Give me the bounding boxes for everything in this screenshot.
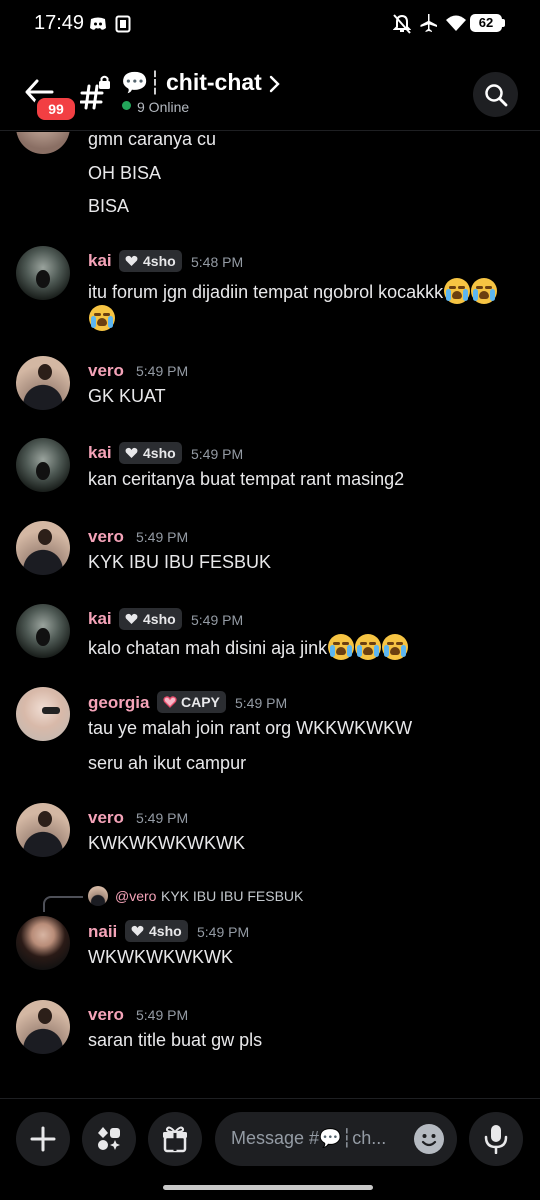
timestamp: 5:48 PM [191, 254, 244, 270]
airplane-icon [420, 14, 437, 32]
role-tag[interactable]: 4sho [119, 608, 182, 630]
emoji-icon [421, 1134, 437, 1147]
username[interactable]: vero [88, 1005, 124, 1025]
username[interactable]: vero [88, 527, 124, 547]
discord-icon [90, 17, 106, 30]
battery-level: 62 [478, 15, 494, 30]
channel-title[interactable]: chit-chat [166, 69, 262, 96]
screenshot-icon [115, 15, 131, 33]
timestamp: 5:49 PM [235, 695, 288, 711]
plus-icon [30, 1126, 56, 1152]
username[interactable]: naii [88, 922, 117, 942]
avatar[interactable] [16, 687, 70, 741]
apps-button[interactable] [82, 1112, 136, 1166]
message-text: kalo chatan mah disini aja jink [88, 634, 409, 660]
chevron-right-icon[interactable] [268, 75, 280, 93]
loudly-crying-emoji [382, 634, 409, 660]
username[interactable]: kai [88, 443, 112, 463]
online-count: 9 Online [137, 99, 190, 115]
avatar[interactable] [16, 246, 70, 300]
loudly-crying-emoji [444, 278, 471, 304]
username[interactable]: kai [88, 251, 112, 271]
loudly-crying-emoji [89, 305, 115, 331]
timestamp: 5:49 PM [191, 446, 244, 462]
status-time: 17:49 [34, 12, 85, 34]
username[interactable]: vero [88, 808, 124, 828]
message-text: gmn caranya cu [88, 129, 217, 149]
message-text: saran title buat gw pls [88, 1030, 263, 1050]
message-text: OH BISA [88, 163, 162, 183]
home-indicator[interactable] [163, 1185, 373, 1190]
mute-icon [393, 14, 411, 34]
online-dot [122, 101, 131, 110]
role-tag-label: 4sho [143, 445, 176, 461]
role-tag[interactable]: 4sho [119, 442, 182, 464]
heart-icon [125, 613, 138, 624]
search-button[interactable] [473, 72, 518, 117]
composer-divider [0, 1098, 540, 1099]
message-text: BISA [88, 196, 130, 216]
loudly-crying-emoji [471, 278, 498, 304]
heart-icon [131, 925, 144, 936]
username[interactable]: georgia [88, 693, 149, 713]
battery-tip [502, 19, 505, 27]
message-text: kan ceritanya buat tempat rant masing2 [88, 469, 405, 489]
avatar[interactable] [16, 916, 70, 970]
message-text: KWKWKWKWKWK [88, 833, 245, 853]
loudly-crying-emoji [328, 634, 355, 660]
role-tag-label: 4sho [143, 611, 176, 627]
reply-username[interactable]: @vero [115, 888, 156, 904]
avatar[interactable] [16, 604, 70, 658]
locked-hashtag-icon [80, 75, 110, 110]
timestamp: 5:49 PM [136, 810, 189, 826]
avatar[interactable] [16, 803, 70, 857]
voice-message-button[interactable] [469, 1112, 523, 1166]
avatar[interactable] [16, 438, 70, 492]
reply-avatar [88, 886, 108, 906]
role-tag-label: 4sho [143, 253, 176, 269]
channel-prefix-emoji: 💬┆ [121, 70, 162, 95]
heart-icon [163, 696, 177, 708]
heart-icon [125, 255, 138, 266]
notification-badge: 99 [34, 95, 78, 123]
gift-icon [163, 1126, 187, 1153]
microphone-icon [484, 1125, 508, 1154]
gift-button[interactable] [148, 1112, 202, 1166]
message-text: seru ah ikut campur [88, 753, 247, 773]
emoji-picker-button[interactable] [414, 1124, 444, 1154]
add-attachment-button[interactable] [16, 1112, 70, 1166]
message-text: WKWKWKWKWK [88, 947, 233, 967]
message-text-continued [88, 305, 115, 331]
role-tag[interactable]: CAPY [157, 691, 226, 713]
search-icon [485, 84, 508, 107]
timestamp: 5:49 PM [191, 612, 244, 628]
header-divider [0, 130, 540, 131]
battery-icon: 62 [470, 14, 502, 32]
reply-connector [43, 896, 83, 912]
message-text: itu forum jgn dijadiin tempat ngobrol ko… [88, 278, 498, 304]
loudly-crying-emoji [355, 634, 382, 660]
avatar[interactable] [16, 356, 70, 410]
timestamp: 5:49 PM [197, 924, 250, 940]
message-text: GK KUAT [88, 386, 166, 406]
role-tag[interactable]: 4sho [125, 920, 188, 942]
timestamp: 5:49 PM [136, 1007, 189, 1023]
wifi-icon [446, 15, 466, 31]
role-tag-label: 4sho [149, 923, 182, 939]
avatar[interactable] [16, 1000, 70, 1054]
role-tag-label: CAPY [181, 694, 220, 710]
reply-preview[interactable]: KYK IBU IBU FESBUK [161, 888, 303, 904]
role-tag[interactable]: 4sho [119, 250, 182, 272]
avatar[interactable] [16, 521, 70, 575]
message-text: KYK IBU IBU FESBUK [88, 552, 272, 572]
message-text: tau ye malah join rant org WKKWKWKW [88, 718, 413, 738]
username[interactable]: vero [88, 361, 124, 381]
apps-icon [98, 1127, 120, 1150]
heart-icon [125, 447, 138, 458]
timestamp: 5:49 PM [136, 529, 189, 545]
username[interactable]: kai [88, 609, 112, 629]
timestamp: 5:49 PM [136, 363, 189, 379]
message-input-placeholder: Message #💬┆ch... [231, 1128, 387, 1148]
